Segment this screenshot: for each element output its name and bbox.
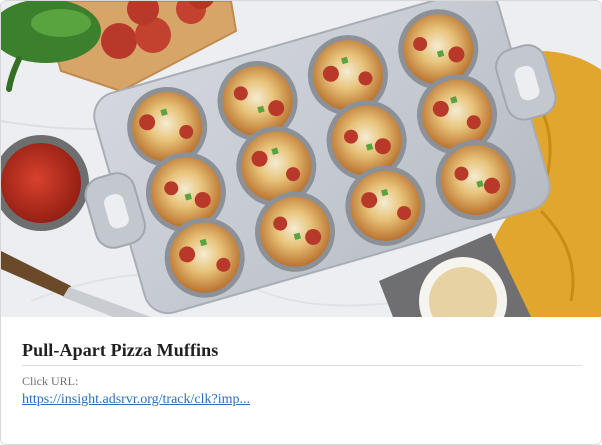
ad-text-panel: Pull-Apart Pizza Muffins Click URL: http… bbox=[1, 317, 601, 444]
divider bbox=[22, 365, 582, 366]
ad-title[interactable]: Pull-Apart Pizza Muffins bbox=[22, 340, 218, 361]
click-url-link[interactable]: https://insight.adsrvr.org/track/clk?imp… bbox=[22, 392, 250, 408]
click-url-label: Click URL: bbox=[22, 374, 79, 388]
ad-card[interactable]: Pull-Apart Pizza Muffins Click URL: http… bbox=[0, 0, 602, 445]
ad-image[interactable] bbox=[1, 1, 601, 317]
pizza-muffins-photo bbox=[1, 1, 601, 317]
